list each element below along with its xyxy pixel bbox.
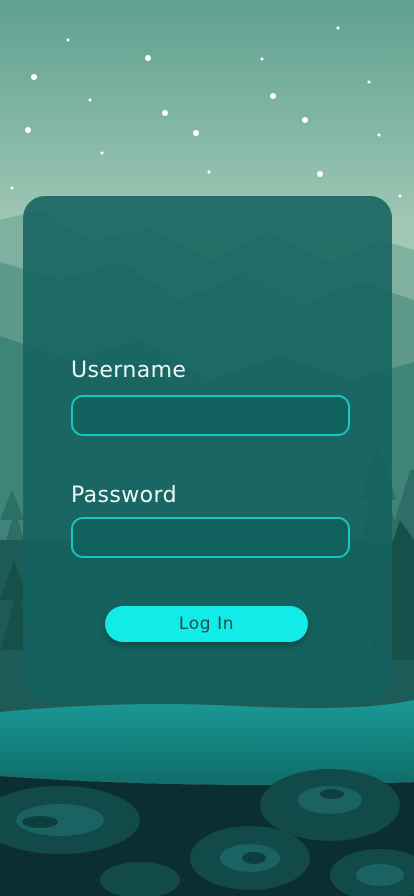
username-input[interactable]	[71, 395, 350, 436]
password-input[interactable]	[71, 517, 350, 558]
password-label: Password	[71, 483, 177, 508]
login-button[interactable]: Log In	[105, 606, 308, 642]
username-label: Username	[71, 358, 187, 383]
